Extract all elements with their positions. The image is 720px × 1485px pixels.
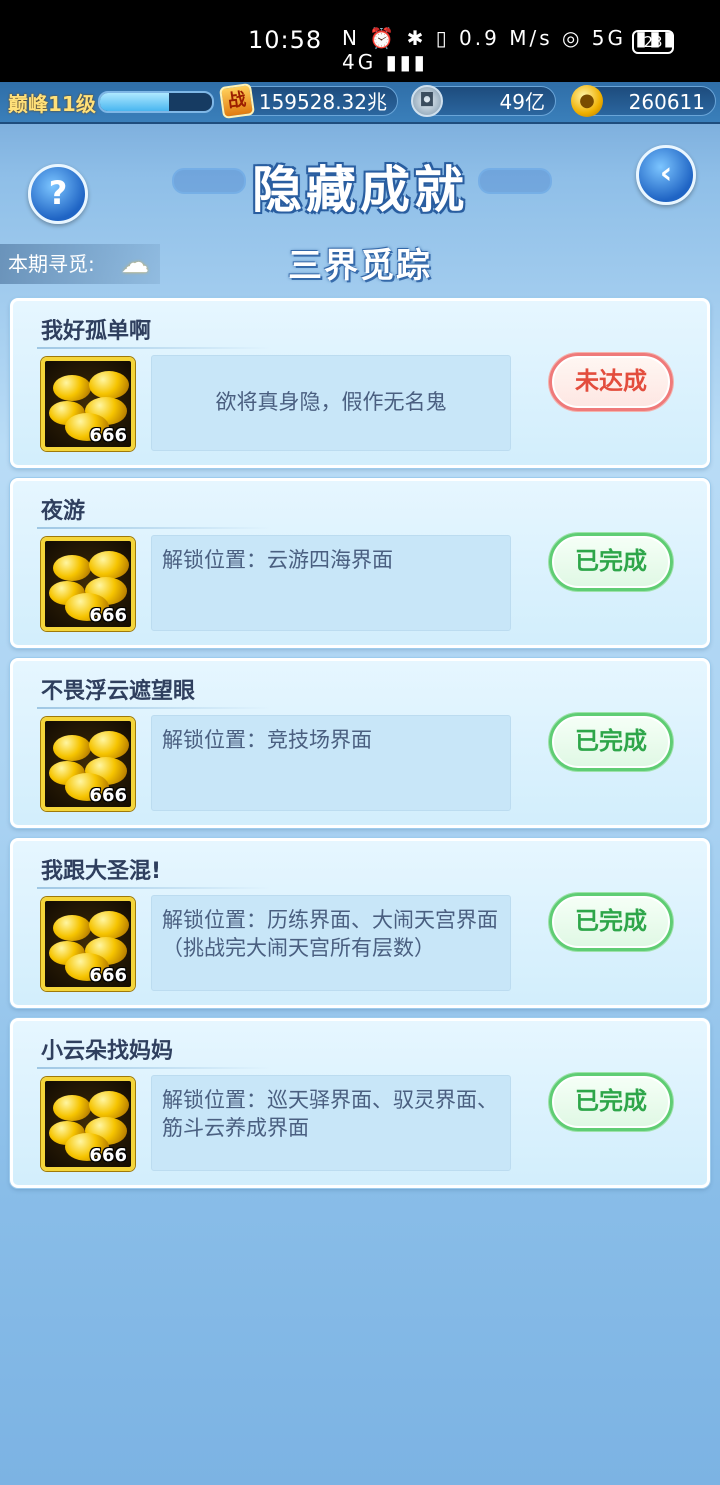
completed-status-button[interactable]: 已完成 [549, 533, 673, 591]
achievement-name: 小云朵找妈妈 [41, 1039, 174, 1064]
gold-value: 260611 [628, 90, 705, 114]
combat-power-value: 159528.32兆 [258, 90, 387, 114]
achievement-description: 解锁位置：竞技场界面 [151, 715, 511, 811]
gold-ingot-reward-icon[interactable]: 666 [41, 537, 135, 631]
level-progress-fill [100, 93, 170, 111]
silver-pill[interactable]: ◘ 49亿 [411, 85, 556, 117]
name-underline [37, 1067, 271, 1069]
achievement-name: 夜游 [41, 499, 86, 524]
achievement-card: 小云朵找妈妈 666 解锁位置：巡天驿界面、驭灵界面、筋斗云养成界面 已完成 [10, 1018, 710, 1188]
silver-coin-icon: ◘ [411, 85, 443, 117]
combat-power-icon: 战 [218, 82, 256, 120]
gold-ingot-reward-icon[interactable]: 666 [41, 897, 135, 991]
clock: 10:58 [248, 26, 323, 54]
completed-status-button[interactable]: 已完成 [549, 893, 673, 951]
back-button[interactable]: ‹ [636, 145, 696, 205]
achievement-description: 解锁位置：巡天驿界面、驭灵界面、筋斗云养成界面 [151, 1075, 511, 1171]
page-subtitle: 三界觅踪 [288, 246, 432, 286]
resource-bar: 巅峰11级 战 159528.32兆 ◘ 49亿 ● 260611 [0, 82, 720, 124]
level-progress-bar [98, 91, 214, 113]
combat-power-pill: 战 159528.32兆 [218, 82, 398, 120]
achievement-description: 解锁位置：云游四海界面 [151, 535, 511, 631]
achievement-name: 不畏浮云遮望眼 [41, 679, 196, 704]
reward-quantity: 666 [89, 965, 127, 986]
completed-status-button[interactable]: 已完成 [549, 713, 673, 771]
achievement-description: 解锁位置：历练界面、大闹天宫界面（挑战完大闹天宫所有层数） [151, 895, 511, 991]
achievement-description: 欲将真身隐，假作无名鬼 [151, 355, 511, 451]
achievement-card: 夜游 666 解锁位置：云游四海界面 已完成 [10, 478, 710, 648]
achievement-card: 不畏浮云遮望眼 666 解锁位置：竞技场界面 已完成 [10, 658, 710, 828]
not-achieved-status-button[interactable]: 未达成 [549, 353, 673, 411]
reward-quantity: 666 [89, 605, 127, 626]
name-underline [37, 347, 271, 349]
completed-status-button[interactable]: 已完成 [549, 1073, 673, 1131]
page-title: 隐藏成就 [252, 161, 468, 219]
battery-icon: 23 [632, 30, 674, 54]
achievement-name: 我好孤单啊 [41, 319, 152, 344]
achievement-name: 我跟大圣混! [41, 859, 162, 884]
gold-ingot-reward-icon[interactable]: 666 [41, 1077, 135, 1171]
name-underline [37, 887, 271, 889]
system-status-bar: 10:58 N ⏰ ✱ ▯ 0.9 M/s ◎ 5G ▮▮▮ 4G ▮▮▮ 23 [0, 0, 720, 82]
gold-ingot-reward-icon[interactable]: 666 [41, 717, 135, 811]
gold-pill[interactable]: ● 260611 [571, 85, 716, 117]
silver-value: 49亿 [499, 90, 545, 114]
gold-ingot-reward-icon[interactable]: 666 [41, 357, 135, 451]
name-underline [37, 527, 271, 529]
reward-quantity: 666 [89, 1145, 127, 1166]
achievement-card: 我跟大圣混! 666 解锁位置：历练界面、大闹天宫界面（挑战完大闹天宫所有层数） 已完… [10, 838, 710, 1008]
name-underline [37, 707, 271, 709]
reward-quantity: 666 [89, 425, 127, 446]
reward-quantity: 666 [89, 785, 127, 806]
gold-ingot-icon: ● [571, 85, 603, 117]
player-level: 巅峰11级 [8, 92, 96, 116]
achievement-card: 我好孤单啊 666 欲将真身隐，假作无名鬼 未达成 [10, 298, 710, 468]
